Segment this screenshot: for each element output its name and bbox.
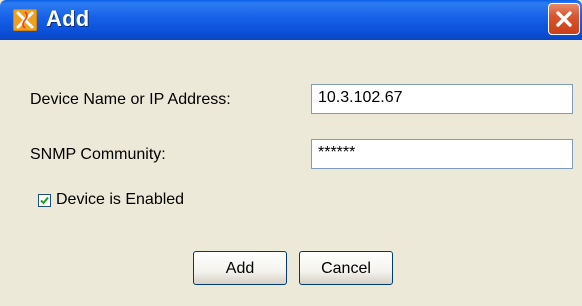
app-icon <box>13 9 37 31</box>
device-name-label: Device Name or IP Address: <box>30 91 231 108</box>
close-icon <box>556 11 572 27</box>
device-enabled-checkbox[interactable] <box>38 194 51 207</box>
add-device-dialog: Add Device Name or IP Address: 10.3.102.… <box>0 0 582 306</box>
check-icon <box>40 196 49 205</box>
title-bar[interactable]: Add <box>0 0 582 40</box>
device-enabled-label: Device is Enabled <box>56 191 185 208</box>
snmp-community-field[interactable]: ****** <box>311 139 573 169</box>
window-title: Add <box>46 6 90 31</box>
snmp-community-label: SNMP Community: <box>30 146 166 163</box>
close-button[interactable] <box>548 3 580 35</box>
add-button[interactable]: Add <box>193 251 287 285</box>
cancel-button[interactable]: Cancel <box>299 251 393 285</box>
device-name-field[interactable]: 10.3.102.67 <box>311 84 573 114</box>
dialog-body: Device Name or IP Address: 10.3.102.67 S… <box>4 40 578 302</box>
